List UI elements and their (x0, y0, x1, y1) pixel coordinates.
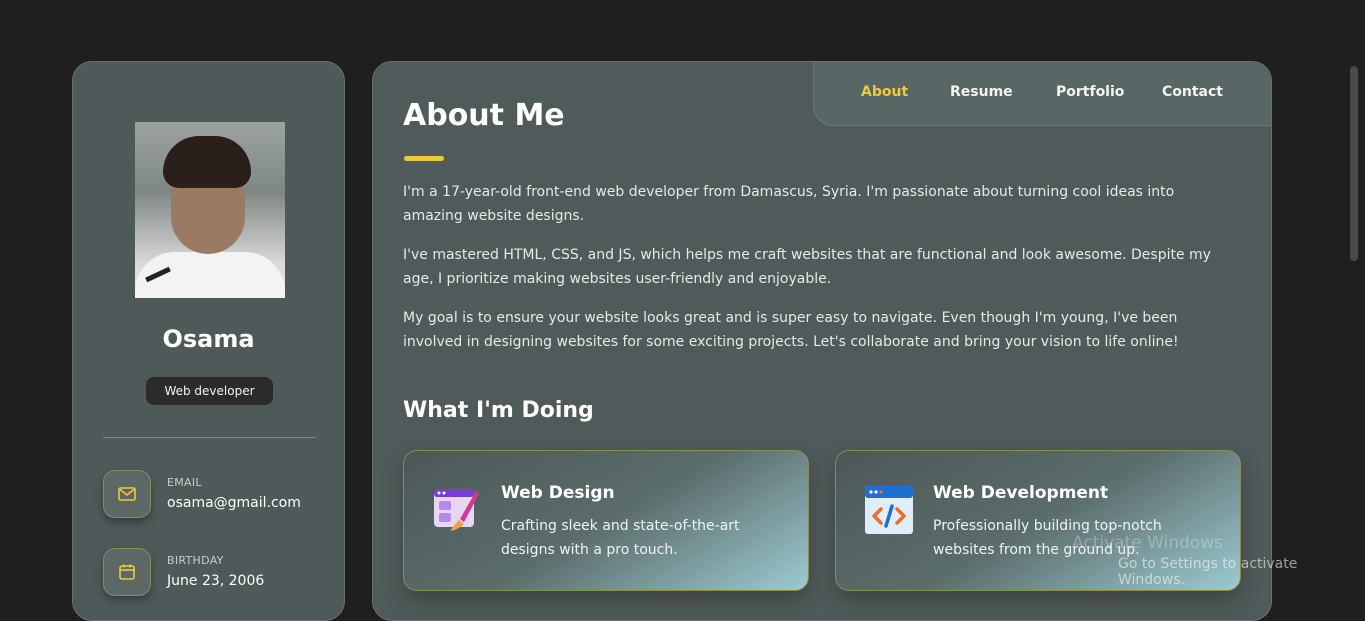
about-paragraph-3: My goal is to ensure your website looks … (403, 310, 1179, 350)
scrollbar-thumb[interactable] (1350, 66, 1358, 261)
service-text-web-design: Crafting sleek and state-of-the-art desi… (501, 518, 740, 558)
profile-name: Osama (162, 325, 255, 353)
birthday-label: BIRTHDAY (167, 554, 224, 567)
nav-portfolio[interactable]: Portfolio (1056, 84, 1124, 100)
activate-windows-title: Activate Windows (1072, 533, 1223, 553)
services-title: What I'm Doing (403, 398, 594, 423)
top-navbar: About Resume Portfolio Contact (813, 62, 1271, 126)
email-label: EMAIL (167, 476, 202, 489)
activate-windows-subtitle: Go to Settings to activate Windows. (1118, 556, 1298, 588)
email-value[interactable]: osama@gmail.com (167, 495, 301, 511)
birthday-value: June 23, 2006 (167, 573, 265, 589)
design-icon (432, 485, 482, 535)
sidebar-divider (103, 437, 316, 438)
service-card-web-design: Web Design Crafting sleek and state-of-t… (403, 450, 809, 591)
avatar (135, 122, 285, 298)
about-paragraph-1: I'm a 17-year-old front-end web develope… (403, 184, 1175, 224)
profile-sidebar: Osama Web developer EMAIL osama@gmail.co… (72, 61, 345, 621)
mail-icon (103, 470, 151, 518)
calendar-icon (103, 548, 151, 596)
about-paragraph-2: I've mastered HTML, CSS, and JS, which h… (403, 247, 1211, 287)
code-icon (864, 485, 914, 535)
page-title: About Me (403, 98, 565, 133)
role-badge: Web developer (146, 377, 273, 405)
contact-email: EMAIL osama@gmail.com (103, 470, 323, 518)
title-underline (404, 156, 444, 161)
nav-contact[interactable]: Contact (1162, 84, 1223, 100)
nav-resume[interactable]: Resume (950, 84, 1013, 100)
service-title-web-development: Web Development (933, 483, 1109, 503)
service-title-web-design: Web Design (501, 483, 615, 503)
contact-birthday: BIRTHDAY June 23, 2006 (103, 548, 323, 596)
nav-about[interactable]: About (861, 84, 908, 100)
